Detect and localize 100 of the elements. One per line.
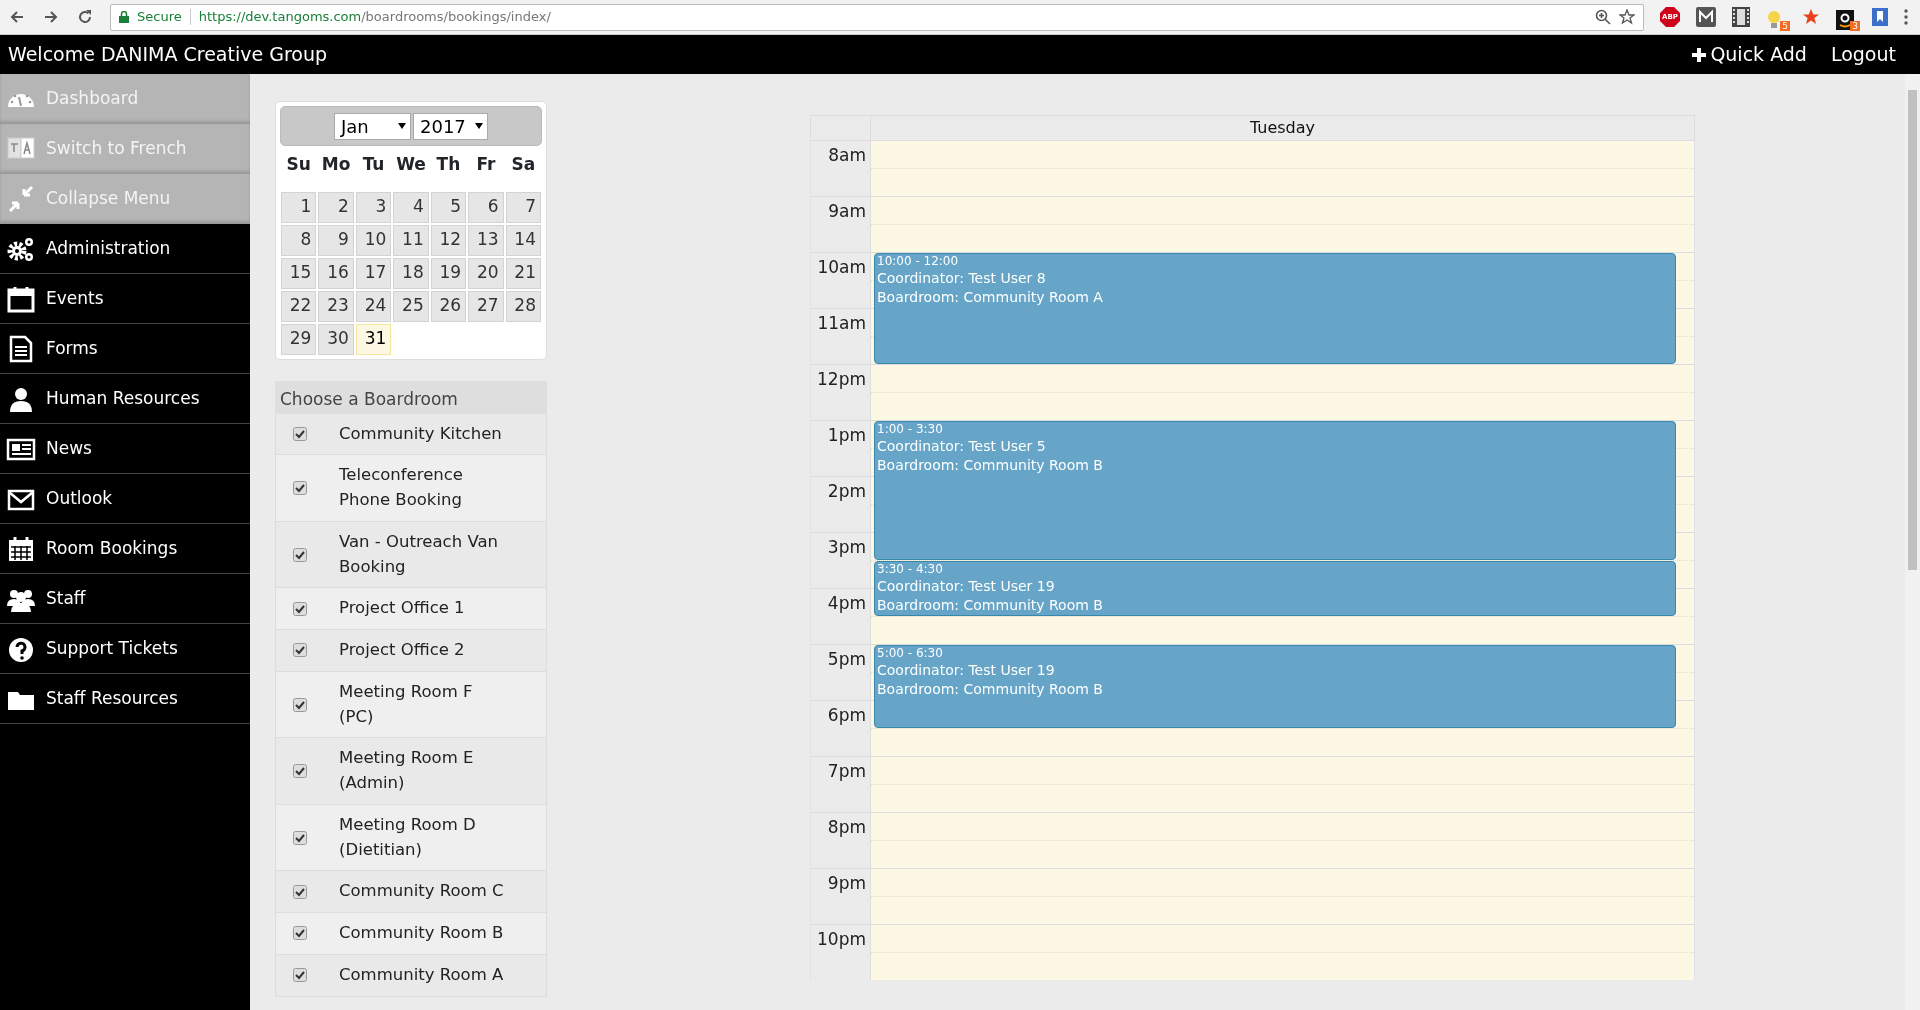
reload-icon[interactable] (76, 8, 94, 26)
boardroom-row[interactable]: Teleconference Phone Booking (275, 455, 547, 522)
calendar-day[interactable]: 15 (281, 257, 317, 289)
boardroom-row[interactable]: Meeting Room F (PC) (275, 671, 547, 739)
film-icon[interactable] (1732, 7, 1750, 27)
hour-label: 10am (817, 257, 866, 277)
boardroom-row[interactable]: Community Kitchen (275, 413, 547, 456)
caret-icon (398, 123, 406, 129)
event-time: 10:00 - 12:00 (877, 254, 960, 269)
calendar-day[interactable]: 6 (468, 191, 504, 223)
zoom-icon[interactable] (1595, 9, 1611, 25)
boardroom-label: Community Kitchen (339, 422, 503, 445)
calendar-day[interactable]: 23 (318, 290, 354, 322)
event-boardroom: Boardroom: Community Room B (877, 456, 1104, 475)
calendar-day[interactable]: 1 (281, 191, 317, 223)
boardroom-row[interactable]: Community Room A (275, 954, 547, 997)
calendar-day[interactable]: 10 (355, 224, 392, 256)
event-coordinator: Coordinator: Test User 19 (877, 577, 1056, 596)
calendar-day[interactable]: 25 (393, 290, 429, 322)
calendar-day[interactable]: 3 (355, 191, 392, 223)
weekday-label: Fr (475, 153, 497, 176)
boardroom-row[interactable]: Meeting Room E (Admin) (275, 738, 547, 805)
calendar-day[interactable]: 24 (355, 290, 392, 322)
plus-icon (1692, 47, 1707, 62)
boardroom-label: Meeting Room E (Admin) (339, 747, 475, 794)
calendar-day[interactable]: 11 (393, 224, 429, 256)
weekday-label: We (395, 153, 427, 176)
boardroom-row[interactable]: Community Room B (275, 913, 547, 955)
checkbox[interactable] (293, 643, 307, 658)
calendar-day[interactable]: 31 (355, 323, 392, 355)
star-icon[interactable] (1619, 9, 1635, 25)
checkbox[interactable] (293, 884, 307, 899)
calendar-day[interactable]: 14 (505, 224, 541, 256)
welcome-title: Welcome DANIMA Creative Group (8, 42, 328, 68)
scrollbar[interactable] (1905, 74, 1920, 1010)
boardroom-label: Meeting Room F (PC) (339, 680, 474, 728)
calendar-day[interactable]: 2 (318, 191, 354, 223)
calendar-day[interactable]: 4 (393, 191, 429, 223)
boardroom-label: Van - Outreach Van Booking (339, 530, 499, 578)
calendar-day[interactable]: 19 (430, 257, 467, 289)
calendar-day[interactable]: 18 (393, 257, 429, 289)
boardroom-label: Community Room A (339, 963, 504, 986)
weekday-label: Mo (320, 153, 352, 176)
m-icon[interactable] (1696, 7, 1716, 27)
star-badge-icon[interactable] (1802, 8, 1820, 26)
lock-icon (119, 11, 129, 23)
scrollbar-thumb[interactable] (1908, 90, 1917, 570)
url-text: https://dev.tangoms.com/boardrooms/bookings/index/ (198, 8, 551, 27)
month-dropdown[interactable]: Jan (334, 112, 411, 140)
quick-add-button[interactable]: Quick Add (1692, 40, 1807, 69)
weekday-label: Sa (510, 153, 537, 176)
hour-label: 1pm (827, 425, 866, 445)
checkbox[interactable] (293, 697, 307, 712)
checkbox[interactable] (293, 547, 307, 562)
calendar-day[interactable]: 28 (505, 290, 541, 322)
calendar-day[interactable]: 26 (430, 290, 467, 322)
boardroom-list-title: Choose a Boardroom (275, 380, 547, 414)
calendar-day[interactable]: 5 (430, 191, 467, 223)
boardroom-row[interactable]: Meeting Room D (Dietitian) (275, 804, 547, 872)
hour-label: 9am (828, 201, 866, 221)
calendar-day[interactable]: 22 (281, 290, 317, 322)
event-boardroom: Boardroom: Community Room B (877, 596, 1104, 615)
calendar-day[interactable]: 30 (318, 323, 354, 355)
year-dropdown[interactable]: 2017 (413, 112, 488, 140)
calendar-day[interactable]: 12 (430, 224, 467, 256)
logout-link[interactable]: Logout (1830, 40, 1896, 69)
boardroom-label: Project Office 2 (339, 639, 466, 661)
calendar-day[interactable]: 17 (355, 257, 392, 289)
lightbulb-icon[interactable] (1766, 9, 1782, 30)
calendar-day[interactable]: 9 (318, 224, 354, 256)
hour-label: 9pm (827, 873, 866, 893)
boardroom-row[interactable]: Project Office 2 (275, 630, 547, 672)
checkbox[interactable] (293, 926, 307, 941)
weekday-label: Th (435, 153, 462, 176)
calendar-day[interactable]: 13 (468, 224, 504, 256)
hour-label: 5pm (827, 649, 866, 669)
calendar-day[interactable]: 27 (468, 290, 504, 322)
checkbox[interactable] (293, 830, 307, 845)
calendar-icon (6, 284, 36, 313)
boardroom-row[interactable]: Project Office 1 (275, 588, 547, 630)
bookmark-icon[interactable] (1872, 8, 1888, 26)
menu-icon[interactable] (1904, 9, 1908, 25)
checkbox[interactable] (293, 481, 307, 495)
calendar-day[interactable]: 16 (318, 257, 354, 289)
calendar-day[interactable]: 21 (505, 257, 541, 289)
boardroom-label: Project Office 1 (339, 597, 466, 620)
calendar-day[interactable]: 7 (505, 191, 541, 223)
checkbox[interactable] (293, 601, 307, 616)
calendar-grid-icon (6, 534, 36, 563)
calendar-day[interactable]: 8 (281, 224, 317, 256)
calendar-day[interactable]: 20 (468, 257, 504, 289)
hour-label: 7pm (827, 761, 866, 781)
day-header: Tuesday (1249, 118, 1316, 137)
checkbox[interactable] (293, 426, 307, 441)
address-bar[interactable]: Secure https://dev.tangoms.com/boardrooms/bookings/index/ (110, 3, 1644, 31)
boardroom-row[interactable]: Van - Outreach Van Booking (275, 521, 547, 589)
checkbox[interactable] (293, 968, 307, 983)
boardroom-row[interactable]: Community Room C (275, 871, 547, 913)
checkbox[interactable] (293, 764, 307, 778)
calendar-day[interactable]: 29 (281, 323, 317, 355)
